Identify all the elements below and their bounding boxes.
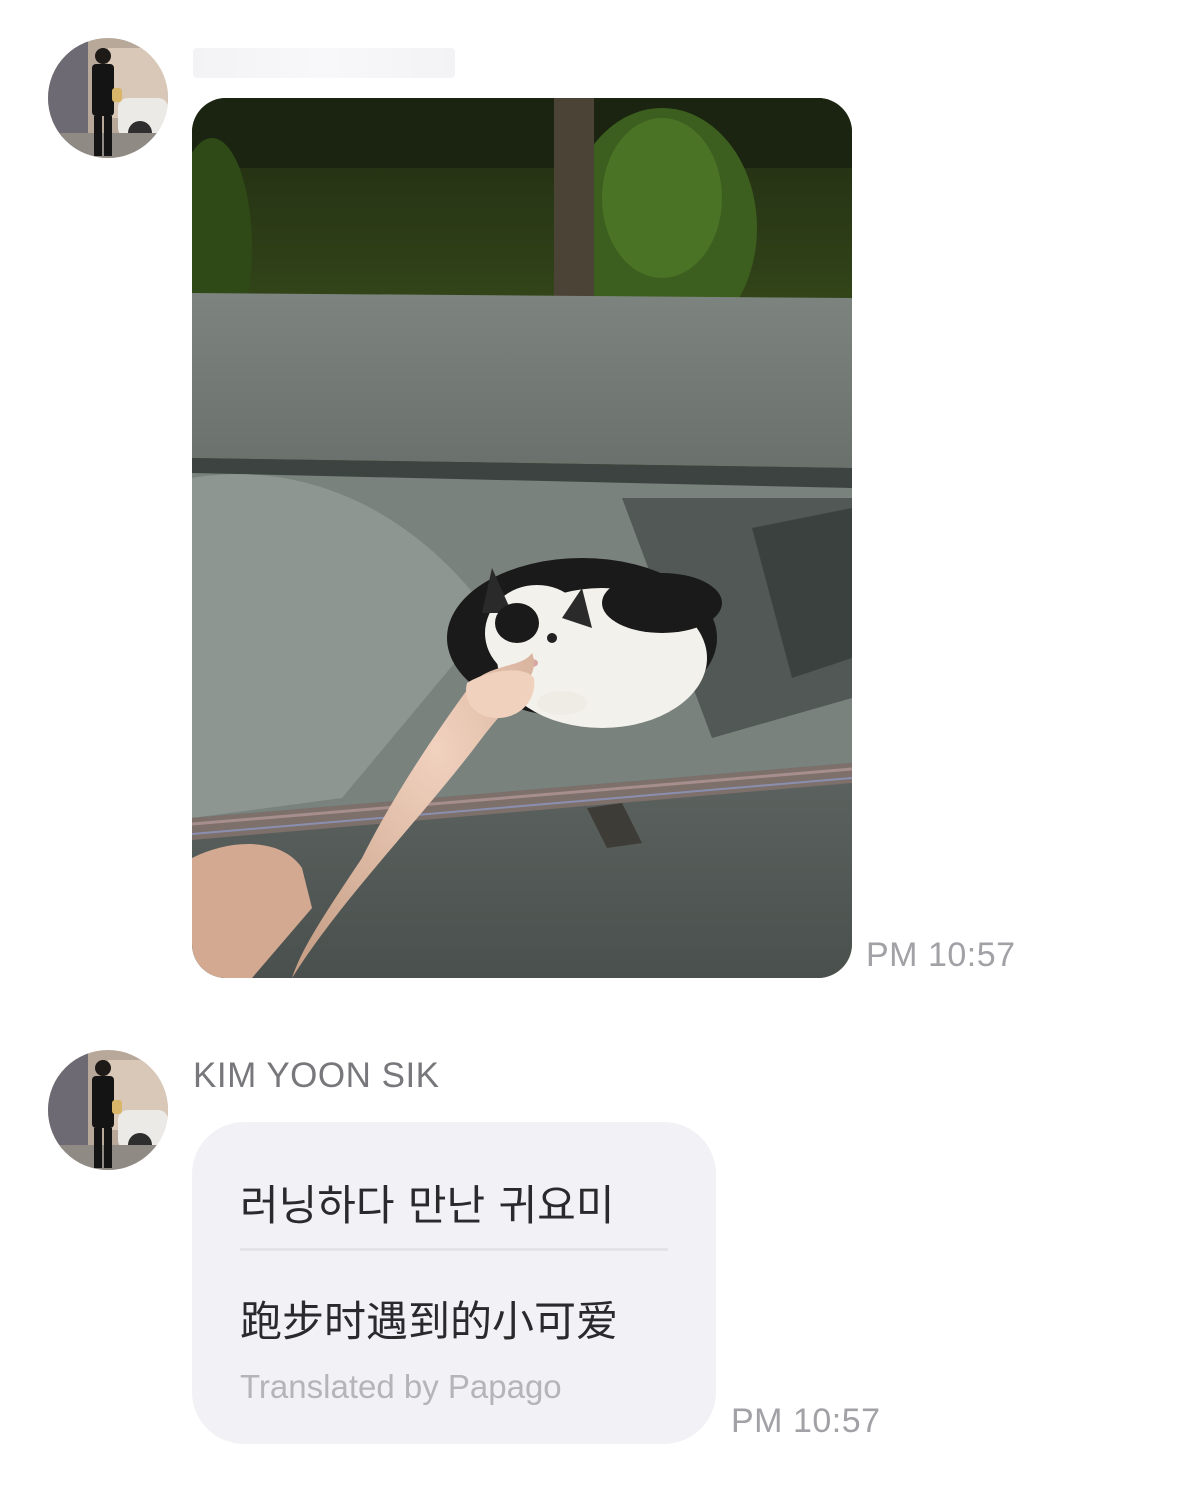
message-bubble[interactable]: 러닝하다 만난 귀요미 跑步时遇到的小可爱 Translated by Papa…	[192, 1122, 716, 1444]
sender-avatar[interactable]	[48, 1050, 168, 1170]
sender-avatar[interactable]	[48, 38, 168, 158]
sender-name-hidden	[193, 48, 455, 78]
message-photo[interactable]	[192, 98, 852, 978]
translation-credit: Translated by Papago	[240, 1368, 562, 1405]
translated-text: 跑步时遇到的小可爱	[240, 1297, 619, 1346]
original-text: 러닝하다 만난 귀요미	[240, 1181, 615, 1230]
message-timestamp: PM 10:57	[731, 1402, 881, 1440]
message-timestamp: PM 10:57	[866, 936, 1016, 974]
translation-divider	[240, 1248, 668, 1251]
sender-name: KIM YOON SIK	[193, 1056, 440, 1095]
